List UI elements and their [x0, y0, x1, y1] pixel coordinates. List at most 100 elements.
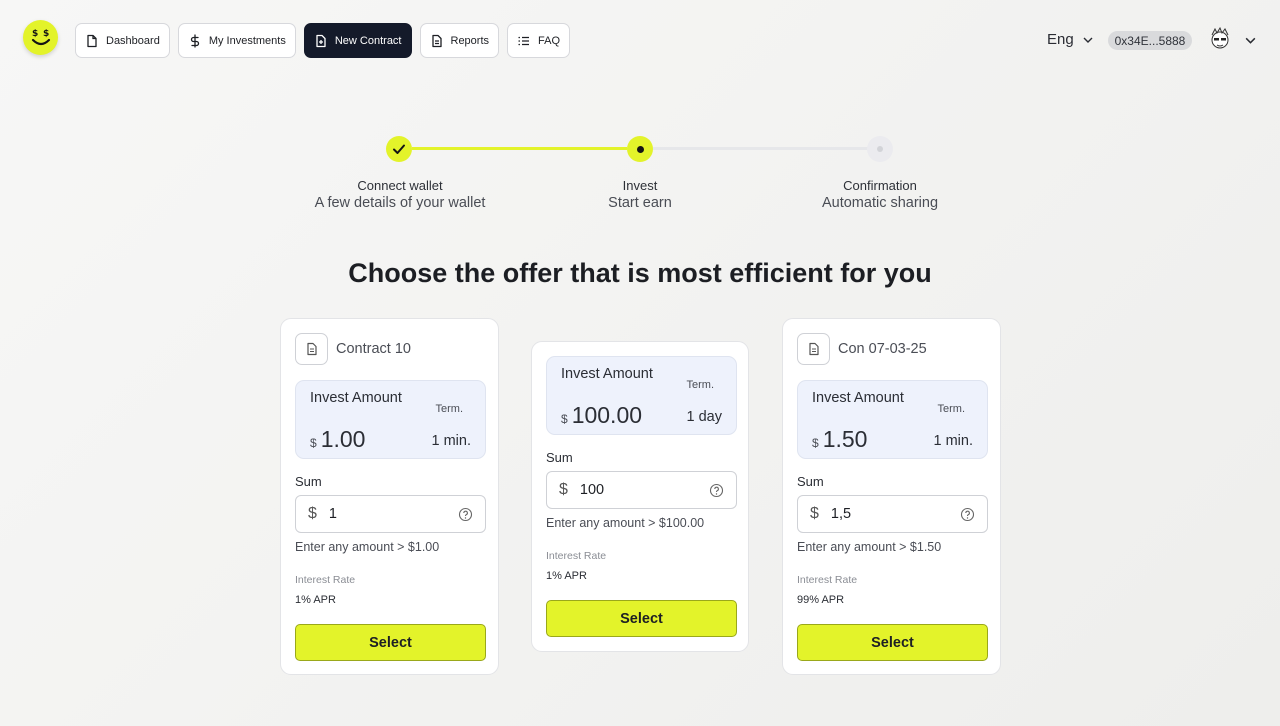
sum-label: Sum	[295, 474, 322, 489]
page-title: Choose the offer that is most efficient …	[348, 258, 932, 288]
top-nav: Dashboard My Investments New Contract Re…	[75, 23, 571, 58]
interest-rate-label: Interest Rate	[797, 574, 858, 586]
term-label: Term.	[937, 403, 966, 415]
offer-card-1: Contract 10 Invest Amount Term. $ 1.00 1…	[280, 318, 499, 675]
nav-faq-label: FAQ	[538, 34, 561, 47]
invest-amount-box: Invest Amount Term. $ 1.00 1 min.	[295, 380, 486, 459]
sum-input[interactable]	[328, 506, 446, 522]
min-amount-hint: Enter any amount > $100.00	[546, 516, 705, 530]
select-offer-button[interactable]: Select	[295, 624, 486, 661]
language-selector[interactable]: Eng	[1047, 31, 1094, 48]
currency-symbol: $	[812, 436, 819, 450]
invest-amount-label: Invest Amount	[812, 390, 904, 406]
sum-input-field: $	[797, 495, 988, 533]
term-value: 1 min.	[431, 433, 472, 449]
app-logo[interactable]: $ $	[23, 20, 58, 55]
amount-number: 1.00	[320, 426, 366, 452]
step-3-indicator	[867, 136, 893, 162]
term-value: 1 day	[686, 409, 722, 425]
sum-input-field: $	[295, 495, 486, 533]
offer-card-2: Invest Amount Term. $ 100.00 1 day Sum $…	[531, 341, 749, 652]
interest-rate-label: Interest Rate	[295, 574, 356, 586]
step-2-title: Invest	[622, 178, 658, 193]
svg-text:$: $	[32, 29, 38, 39]
nav-dashboard[interactable]: Dashboard	[75, 23, 170, 58]
step-connector-pending	[653, 147, 868, 150]
offer-card-3: Con 07-03-25 Invest Amount Term. $ 1.50 …	[782, 318, 1001, 675]
sum-dollar-icon: $	[308, 505, 317, 522]
sum-dollar-icon: $	[559, 481, 568, 498]
min-amount-hint: Enter any amount > $1.50	[797, 540, 942, 554]
language-label: Eng	[1047, 31, 1074, 48]
sum-input-field: $	[546, 471, 737, 509]
contract-doc-button[interactable]	[295, 333, 328, 365]
currency-symbol: $	[561, 412, 568, 426]
term-label: Term.	[435, 403, 464, 415]
step-1-title: Connect wallet	[357, 178, 443, 193]
term-label: Term.	[686, 379, 715, 391]
step-connector-done	[412, 147, 627, 150]
current-step-dot	[636, 145, 644, 153]
currency-symbol: $	[310, 436, 317, 450]
interest-rate-value: 1% APR	[546, 570, 587, 582]
interest-rate-value: 1% APR	[295, 594, 336, 606]
account-chevron-down-icon[interactable]	[1244, 34, 1257, 47]
checkmark-icon	[393, 144, 405, 154]
help-circle-icon[interactable]	[458, 507, 473, 522]
dollar-icon	[190, 33, 199, 48]
sum-label: Sum	[546, 450, 573, 465]
nav-new-contract-label: New Contract	[334, 34, 402, 47]
invest-amount-label: Invest Amount	[310, 390, 402, 406]
sum-label: Sum	[797, 474, 824, 489]
invest-amount-value: $ 1.50	[812, 426, 867, 453]
nav-my-investments-label: My Investments	[208, 34, 286, 47]
interest-rate-label: Interest Rate	[546, 550, 607, 562]
avatar[interactable]	[1208, 27, 1232, 53]
step-2-subtitle: Start earn	[608, 195, 672, 211]
step-1-indicator	[386, 136, 412, 162]
pending-step-dot	[877, 146, 883, 152]
invest-amount-value: $ 1.00	[310, 426, 365, 453]
amount-number: 1.50	[822, 426, 868, 452]
sum-input[interactable]	[830, 506, 948, 522]
sum-input[interactable]	[579, 482, 697, 498]
term-value: 1 min.	[933, 433, 974, 449]
wallet-address-badge[interactable]: 0x34E...5888	[1108, 31, 1192, 50]
nav-new-contract[interactable]: New Contract	[303, 23, 412, 58]
card-header: Con 07-03-25	[797, 333, 927, 365]
min-amount-hint: Enter any amount > $1.00	[295, 540, 440, 554]
nav-dashboard-label: Dashboard	[106, 34, 160, 47]
contract-name: Contract 10	[336, 341, 411, 357]
help-circle-icon[interactable]	[960, 507, 975, 522]
card-header: Contract 10	[295, 333, 411, 365]
list-icon	[518, 36, 530, 45]
nav-reports[interactable]: Reports	[419, 23, 500, 58]
nav-reports-label: Reports	[450, 34, 490, 47]
step-1-subtitle: A few details of your wallet	[314, 195, 486, 211]
step-3-subtitle: Automatic sharing	[821, 195, 939, 211]
chevron-down-icon	[1083, 37, 1093, 43]
nav-my-investments[interactable]: My Investments	[177, 23, 296, 58]
invest-amount-value: $ 100.00	[561, 402, 642, 429]
select-offer-button[interactable]: Select	[546, 600, 737, 637]
file-icon	[87, 34, 97, 47]
file-plus-icon	[316, 34, 326, 47]
document-icon	[306, 342, 317, 356]
report-icon	[431, 34, 442, 47]
help-circle-icon[interactable]	[709, 483, 724, 498]
invest-amount-label: Invest Amount	[561, 366, 653, 382]
contract-doc-button[interactable]	[797, 333, 830, 365]
smiley-dollar-icon: $ $	[31, 29, 50, 45]
step-3-title: Confirmation	[843, 178, 917, 193]
step-2-indicator	[627, 136, 653, 162]
nav-faq[interactable]: FAQ	[507, 23, 571, 58]
invest-amount-box: Invest Amount Term. $ 100.00 1 day	[546, 356, 737, 435]
document-icon	[808, 342, 819, 356]
amount-number: 100.00	[571, 402, 643, 428]
select-offer-button[interactable]: Select	[797, 624, 988, 661]
invest-amount-box: Invest Amount Term. $ 1.50 1 min.	[797, 380, 988, 459]
sum-dollar-icon: $	[810, 505, 819, 522]
contract-name: Con 07-03-25	[838, 341, 927, 357]
svg-text:$: $	[43, 29, 49, 39]
interest-rate-value: 99% APR	[797, 594, 845, 606]
